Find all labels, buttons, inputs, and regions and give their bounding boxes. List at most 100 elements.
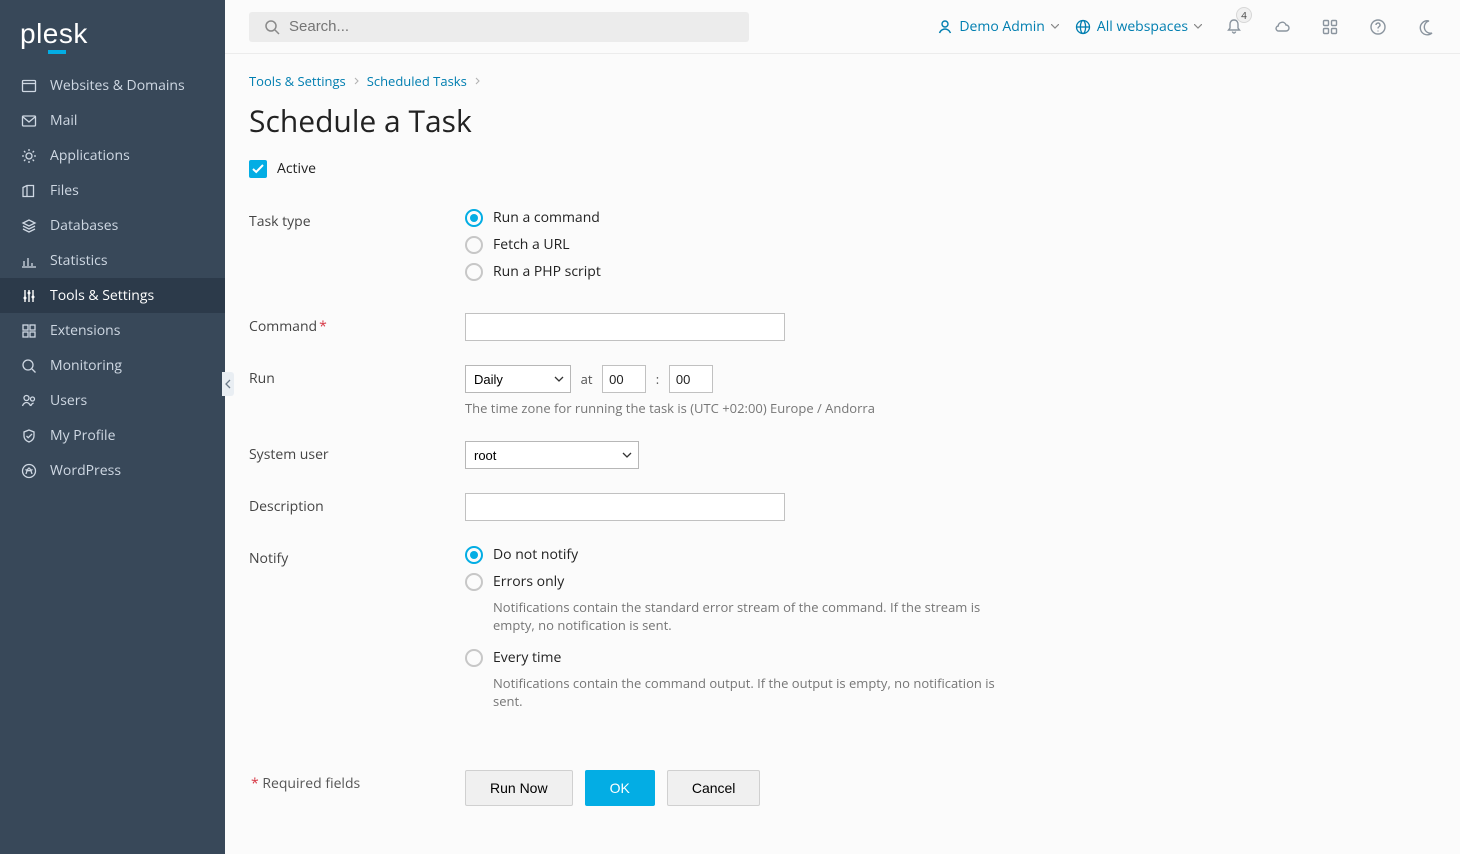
sidebar-item-monitoring[interactable]: Monitoring — [0, 348, 225, 383]
brand-logo-text: plesk — [20, 18, 88, 50]
sidebar-item-label: Applications — [50, 146, 130, 165]
run-minute-input[interactable] — [669, 365, 713, 393]
subscription-menu[interactable]: All webspaces — [1075, 17, 1202, 36]
chevron-down-icon — [1194, 24, 1202, 29]
system-user-select-wrap: root — [465, 441, 639, 469]
search-box[interactable] — [249, 12, 749, 42]
page-title: Schedule a Task — [249, 100, 1436, 141]
notify-none[interactable]: Do not notify — [465, 545, 1225, 564]
sidebar-item-extensions[interactable]: Extensions — [0, 313, 225, 348]
run-frequency-select[interactable]: Daily — [465, 365, 571, 393]
sidebar-item-label: Users — [50, 391, 87, 410]
sidebar-item-label: Mail — [50, 111, 77, 130]
sidebar-item-mail-icon — [20, 112, 38, 130]
radio-label: Run a PHP script — [493, 262, 601, 281]
radio-label: Errors only — [493, 572, 564, 591]
chevron-down-icon — [1051, 24, 1059, 29]
system-user-label: System user — [249, 441, 465, 464]
sidebar-item-tools-settings[interactable]: Tools & Settings — [0, 278, 225, 313]
timezone-hint: The time zone for running the task is (U… — [465, 399, 1225, 417]
run-now-button[interactable]: Run Now — [465, 770, 573, 806]
radio-label: Every time — [493, 648, 561, 667]
page-content: Tools & Settings Scheduled Tasks Schedul… — [225, 54, 1460, 854]
task-type-label: Task type — [249, 208, 465, 231]
user-icon — [937, 19, 953, 35]
sidebar-item-websites[interactable]: Websites & Domains — [0, 68, 225, 103]
sidebar-item-websites-icon — [20, 77, 38, 95]
system-user-select[interactable]: root — [465, 441, 639, 469]
description-label: Description — [249, 493, 465, 516]
required-note: * Required fields — [249, 770, 465, 793]
sidebar-item-label: Monitoring — [50, 356, 122, 375]
user-menu[interactable]: Demo Admin — [937, 17, 1059, 36]
sidebar-item-label: Statistics — [50, 251, 108, 270]
notify-every-description: Notifications contain the command output… — [493, 675, 1013, 710]
colon-label: : — [656, 370, 659, 388]
run-hour-input[interactable] — [602, 365, 646, 393]
task-type-command[interactable]: Run a command — [465, 208, 1225, 227]
sidebar-item-wordpress[interactable]: WordPress — [0, 453, 225, 488]
breadcrumb-item[interactable]: Tools & Settings — [249, 72, 346, 90]
description-input[interactable] — [465, 493, 785, 521]
sidebar: plesk Websites & Domains Mail Applications… — [0, 0, 225, 854]
search-input[interactable] — [289, 18, 735, 35]
sidebar-item-my-profile[interactable]: My Profile — [0, 418, 225, 453]
active-checkbox[interactable] — [249, 160, 267, 178]
breadcrumb-separator-icon — [354, 77, 359, 85]
notify-errors-description: Notifications contain the standard error… — [493, 599, 1013, 634]
brand-logo[interactable]: plesk — [0, 12, 225, 68]
run-label: Run — [249, 365, 465, 388]
radio-label: Run a command — [493, 208, 600, 227]
radio-icon — [465, 649, 483, 667]
subscription-label: All webspaces — [1097, 17, 1188, 36]
sidebar-item-applications-icon — [20, 147, 38, 165]
command-label: Command* — [249, 313, 465, 336]
sidebar-nav: Websites & Domains Mail Applications Files D… — [0, 68, 225, 488]
extensions-icon-button[interactable] — [1314, 11, 1346, 43]
sidebar-item-users[interactable]: Users — [0, 383, 225, 418]
sidebar-item-my-profile-icon — [20, 427, 38, 445]
notify-errors[interactable]: Errors only — [465, 572, 1225, 591]
sidebar-item-databases-icon — [20, 217, 38, 235]
sidebar-item-applications[interactable]: Applications — [0, 138, 225, 173]
notifications-button[interactable]: 4 — [1218, 11, 1250, 43]
dark-mode-toggle[interactable] — [1410, 11, 1442, 43]
sidebar-item-statistics[interactable]: Statistics — [0, 243, 225, 278]
radio-icon — [465, 263, 483, 281]
task-type-url[interactable]: Fetch a URL — [465, 235, 1225, 254]
radio-label: Fetch a URL — [493, 235, 570, 254]
radio-icon — [465, 573, 483, 591]
globe-icon — [1075, 19, 1091, 35]
radio-label: Do not notify — [493, 545, 578, 564]
ok-button[interactable]: OK — [585, 770, 655, 806]
command-input[interactable] — [465, 313, 785, 341]
notify-label: Notify — [249, 545, 465, 568]
radio-icon — [465, 209, 483, 227]
radio-icon — [465, 236, 483, 254]
help-icon-button[interactable] — [1362, 11, 1394, 43]
breadcrumb-item[interactable]: Scheduled Tasks — [367, 72, 467, 90]
sidebar-item-label: Databases — [50, 216, 118, 235]
command-label-text: Command — [249, 317, 317, 336]
sidebar-collapse-button[interactable] — [222, 372, 234, 396]
cloud-icon-button[interactable] — [1266, 11, 1298, 43]
radio-icon — [465, 546, 483, 564]
sidebar-item-files-icon — [20, 182, 38, 200]
breadcrumb-separator-icon — [475, 77, 480, 85]
sidebar-item-databases[interactable]: Databases — [0, 208, 225, 243]
search-icon — [263, 18, 281, 36]
sidebar-item-label: WordPress — [50, 461, 121, 480]
sidebar-item-tools-settings-icon — [20, 287, 38, 305]
run-frequency-select-wrap: Daily — [465, 365, 571, 393]
notify-every[interactable]: Every time — [465, 648, 1225, 667]
user-name: Demo Admin — [959, 17, 1045, 36]
cancel-button[interactable]: Cancel — [667, 770, 761, 806]
active-label: Active — [277, 159, 316, 178]
sidebar-item-mail[interactable]: Mail — [0, 103, 225, 138]
task-type-php[interactable]: Run a PHP script — [465, 262, 1225, 281]
sidebar-item-files[interactable]: Files — [0, 173, 225, 208]
at-label: at — [581, 370, 593, 388]
required-asterisk: * — [251, 774, 259, 793]
sidebar-item-users-icon — [20, 392, 38, 410]
breadcrumb: Tools & Settings Scheduled Tasks — [249, 72, 1436, 90]
